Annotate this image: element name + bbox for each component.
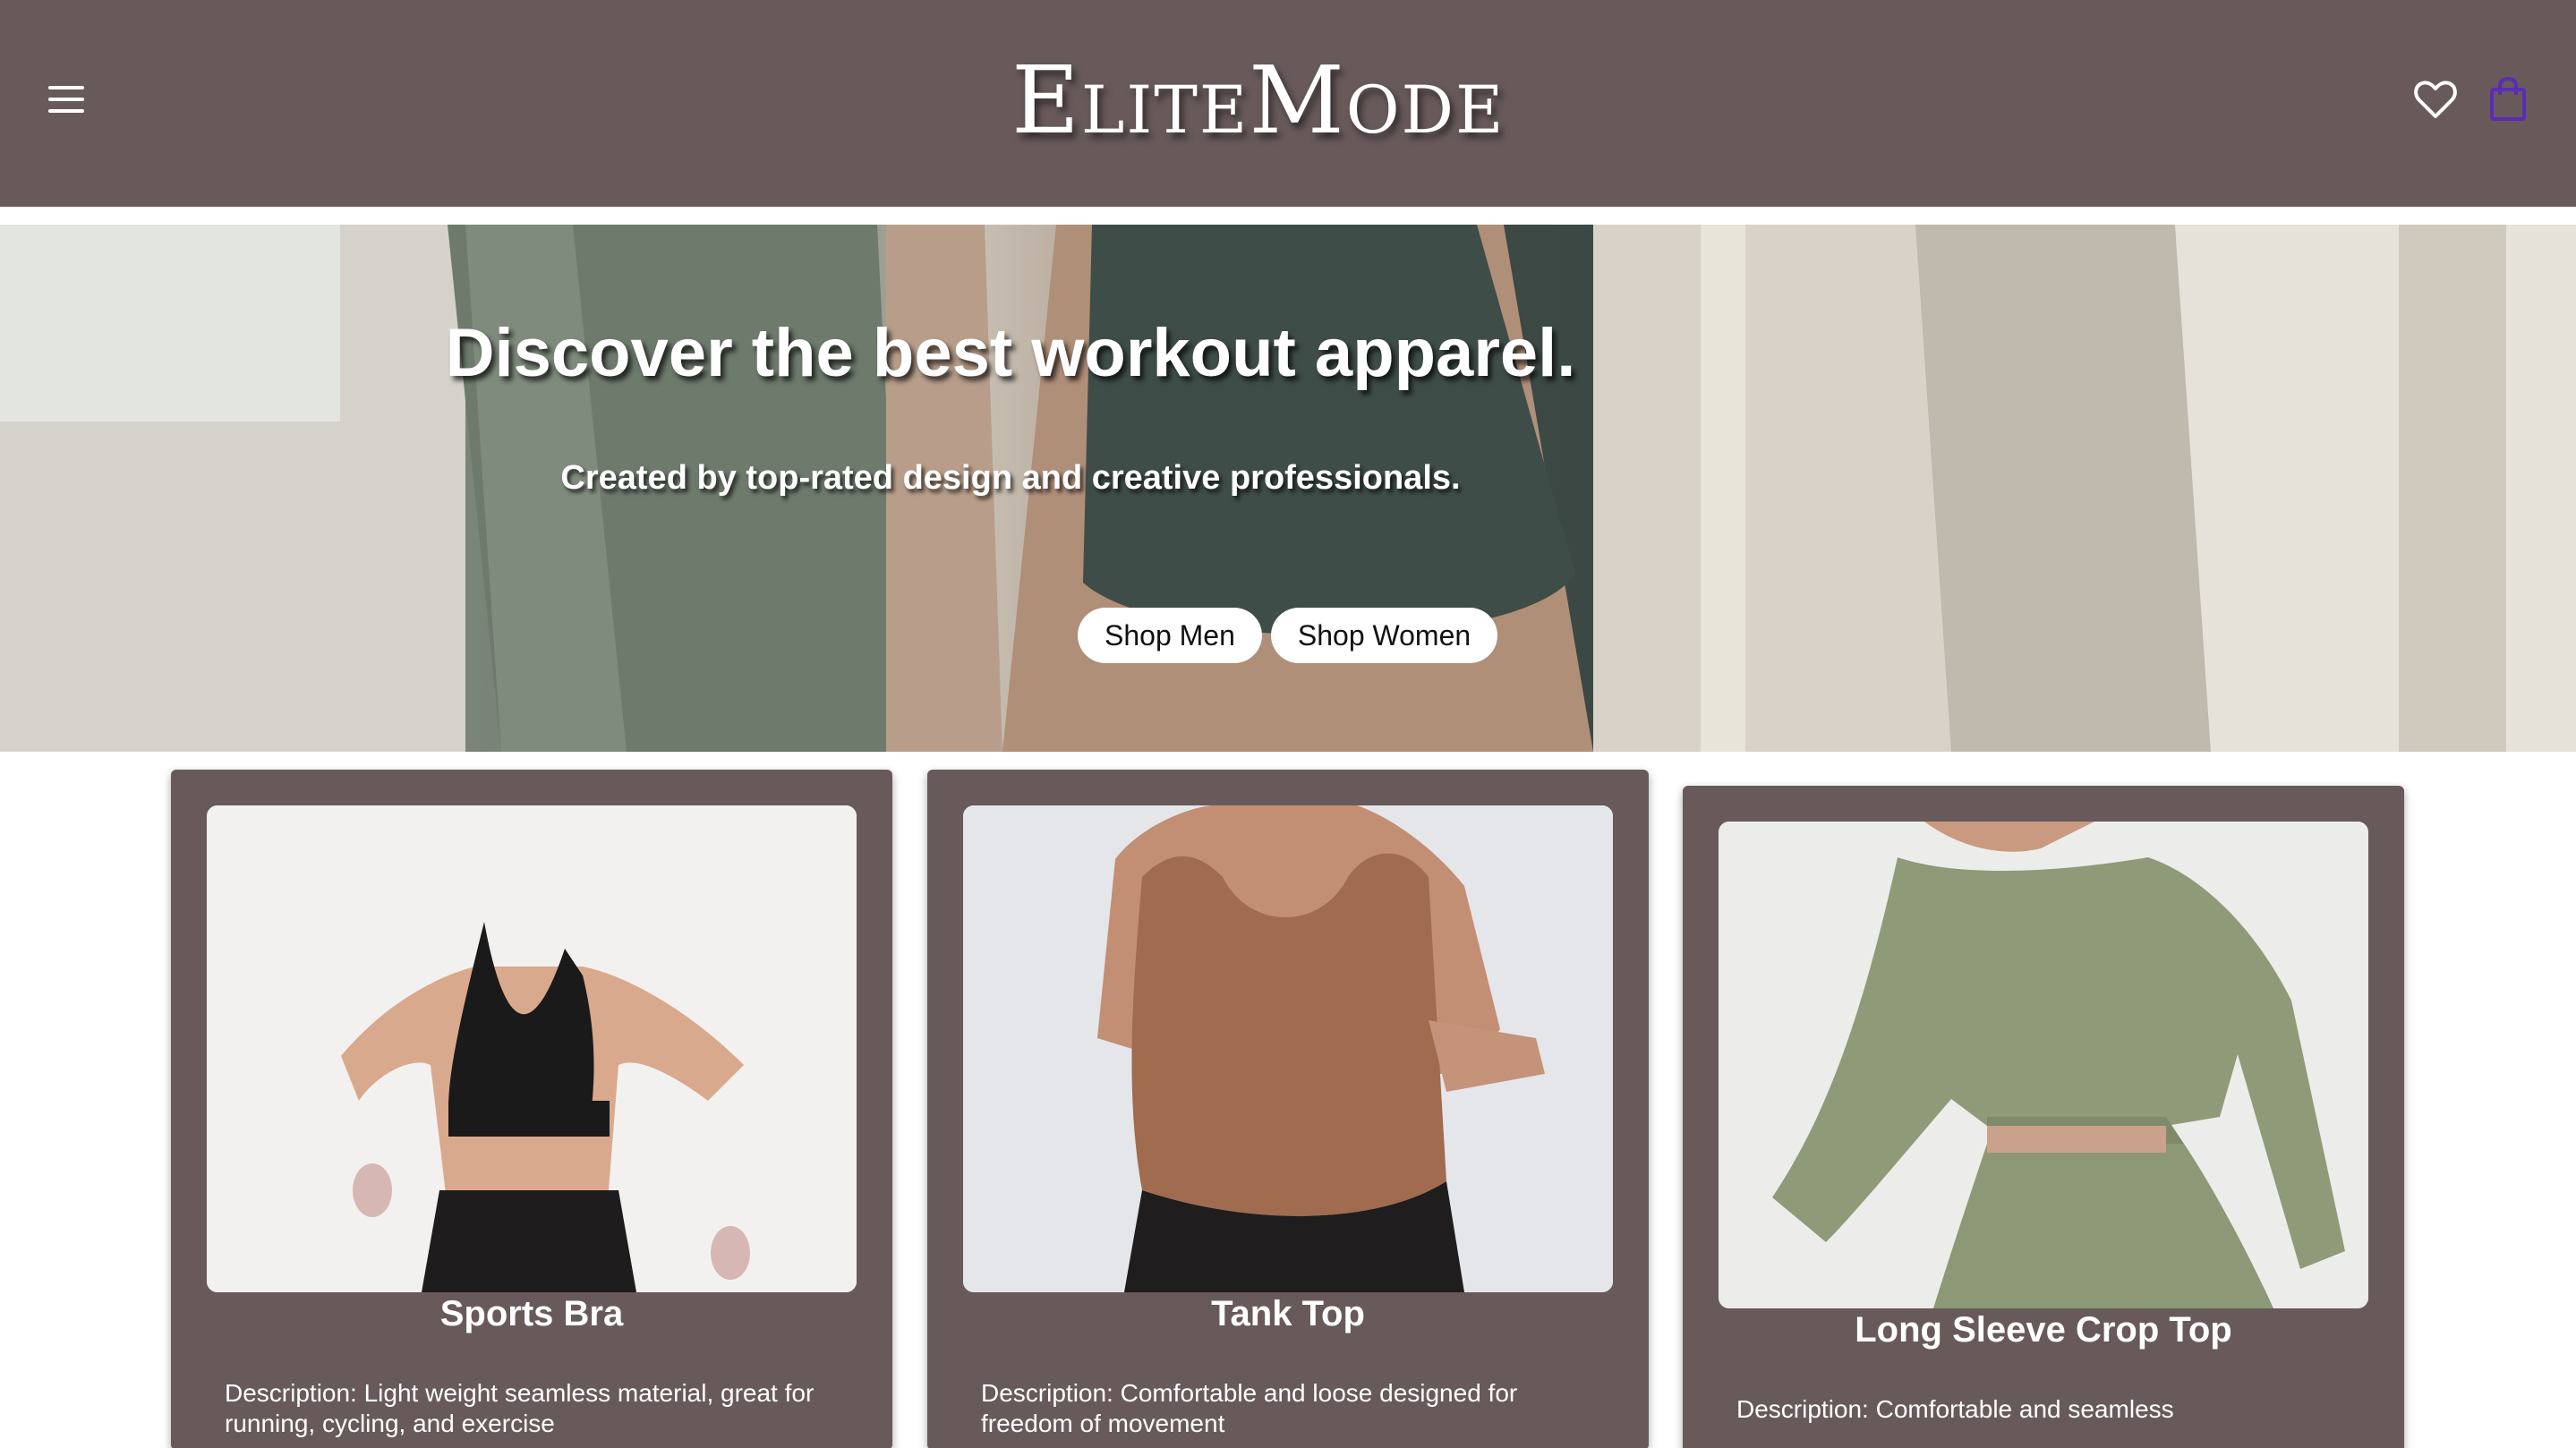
product-image[interactable] — [207, 805, 857, 1292]
product-card[interactable]: Sports Bra Description: Light weight sea… — [171, 770, 892, 1448]
shop-men-button[interactable]: Shop Men — [1078, 608, 1262, 663]
logo-link[interactable]: EliteMode — [1011, 46, 1506, 155]
site-logo: EliteMode — [1011, 46, 1506, 155]
product-image[interactable] — [1719, 822, 2368, 1308]
product-image[interactable] — [963, 805, 1613, 1292]
site-header: EliteMode — [0, 0, 2576, 207]
shopping-bag-icon[interactable] — [2489, 76, 2527, 122]
heart-icon[interactable] — [2414, 79, 2457, 120]
hero-banner: Discover the best workout apparel. Creat… — [0, 225, 2576, 752]
hamburger-menu-icon[interactable] — [47, 82, 86, 116]
product-title[interactable]: Long Sleeve Crop Top — [1683, 1310, 2404, 1350]
product-description: Description: Comfortable and loose desig… — [981, 1379, 1518, 1437]
product-card[interactable]: Long Sleeve Crop Top Description: Comfor… — [1683, 786, 2404, 1448]
product-title[interactable]: Tank Top — [927, 1294, 1649, 1334]
hero-buttons: Shop Men Shop Women — [1078, 608, 1498, 663]
shop-women-button[interactable]: Shop Women — [1270, 608, 1498, 663]
product-description: Description: Comfortable and seamless — [1736, 1395, 2174, 1423]
hero-title: Discover the best workout apparel. — [445, 315, 1576, 391]
product-description: Description: Light weight seamless mater… — [225, 1379, 815, 1437]
hero-subtitle: Created by top-rated design and creative… — [560, 459, 1461, 497]
product-card[interactable]: Tank Top Description: Comfortable and lo… — [927, 770, 1649, 1448]
product-title[interactable]: Sports Bra — [171, 1294, 892, 1334]
